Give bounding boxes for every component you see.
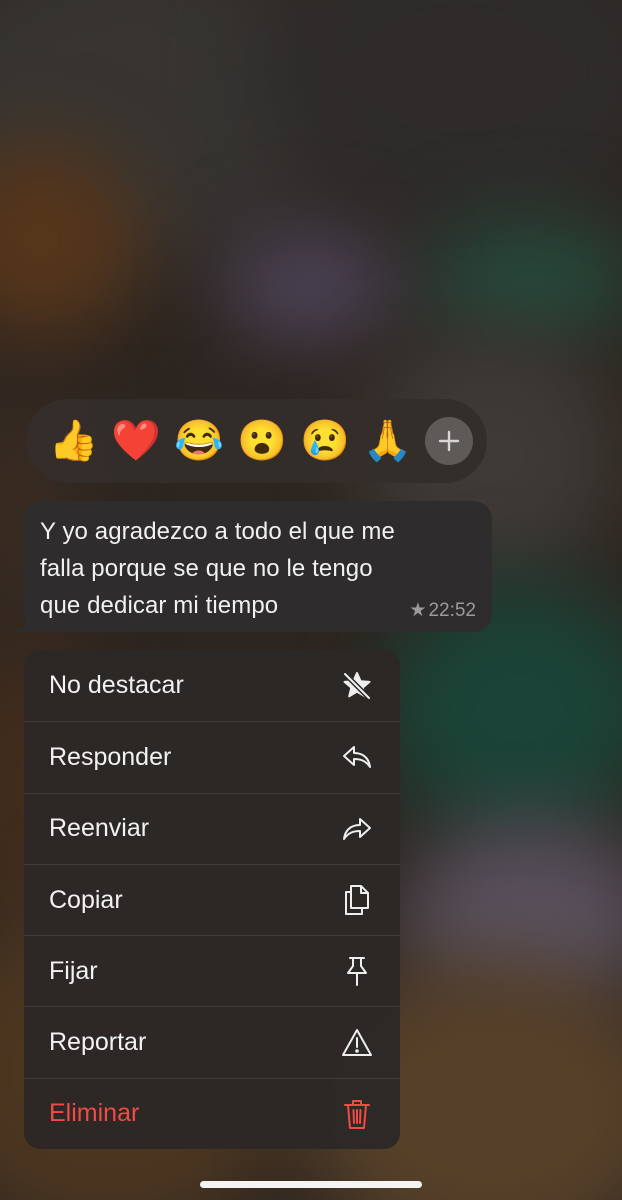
reaction-bar: 👍 ❤️ 😂 😮 😢 🙏: [26, 399, 487, 483]
menu-item-copy[interactable]: Copiar: [24, 863, 400, 935]
warning-icon: [340, 1026, 374, 1060]
star-icon: ★: [409, 600, 427, 621]
trash-icon: [340, 1097, 374, 1131]
menu-item-forward[interactable]: Reenviar: [24, 792, 400, 864]
message-line: falla porque se que no le tengo: [40, 555, 373, 582]
menu-item-reply[interactable]: Responder: [24, 721, 400, 792]
plus-icon: [438, 430, 460, 452]
menu-item-label: Responder: [49, 742, 172, 771]
pin-icon: [340, 954, 374, 988]
message-bubble[interactable]: Y yo agradezco a todo el que me falla po…: [24, 501, 492, 632]
message-context-menu: No destacar Responder Reenviar Copiar Fi…: [24, 650, 400, 1149]
menu-item-label: Eliminar: [49, 1099, 140, 1128]
message-meta: ★ 22:52: [409, 599, 476, 622]
menu-item-pin[interactable]: Fijar: [24, 935, 400, 1006]
menu-item-report[interactable]: Reportar: [24, 1006, 400, 1077]
folded-hands-icon[interactable]: 🙏: [356, 410, 419, 473]
menu-item-label: Copiar: [49, 885, 123, 914]
message-line: Y yo agradezco a todo el que me: [40, 518, 395, 545]
menu-item-delete[interactable]: Eliminar: [24, 1077, 400, 1149]
menu-item-label: Reenviar: [49, 814, 150, 843]
menu-item-label: Fijar: [49, 956, 98, 985]
face-with-tears-of-joy-icon[interactable]: 😂: [168, 410, 231, 473]
home-indicator[interactable]: [200, 1181, 422, 1188]
thumbs-up-icon[interactable]: 👍: [42, 410, 105, 473]
reply-icon: [340, 740, 374, 774]
menu-item-unstar[interactable]: No destacar: [24, 650, 400, 721]
copy-icon: [340, 883, 374, 917]
message-time: 22:52: [428, 599, 476, 621]
face-with-open-mouth-icon[interactable]: 😮: [231, 410, 294, 473]
more-reactions-button[interactable]: [425, 417, 474, 465]
menu-item-label: No destacar: [49, 671, 184, 700]
menu-item-label: Reportar: [49, 1028, 147, 1057]
forward-icon: [340, 812, 374, 846]
unstar-icon: [340, 669, 374, 703]
crying-face-icon[interactable]: 😢: [293, 410, 356, 473]
red-heart-icon[interactable]: ❤️: [105, 410, 168, 473]
